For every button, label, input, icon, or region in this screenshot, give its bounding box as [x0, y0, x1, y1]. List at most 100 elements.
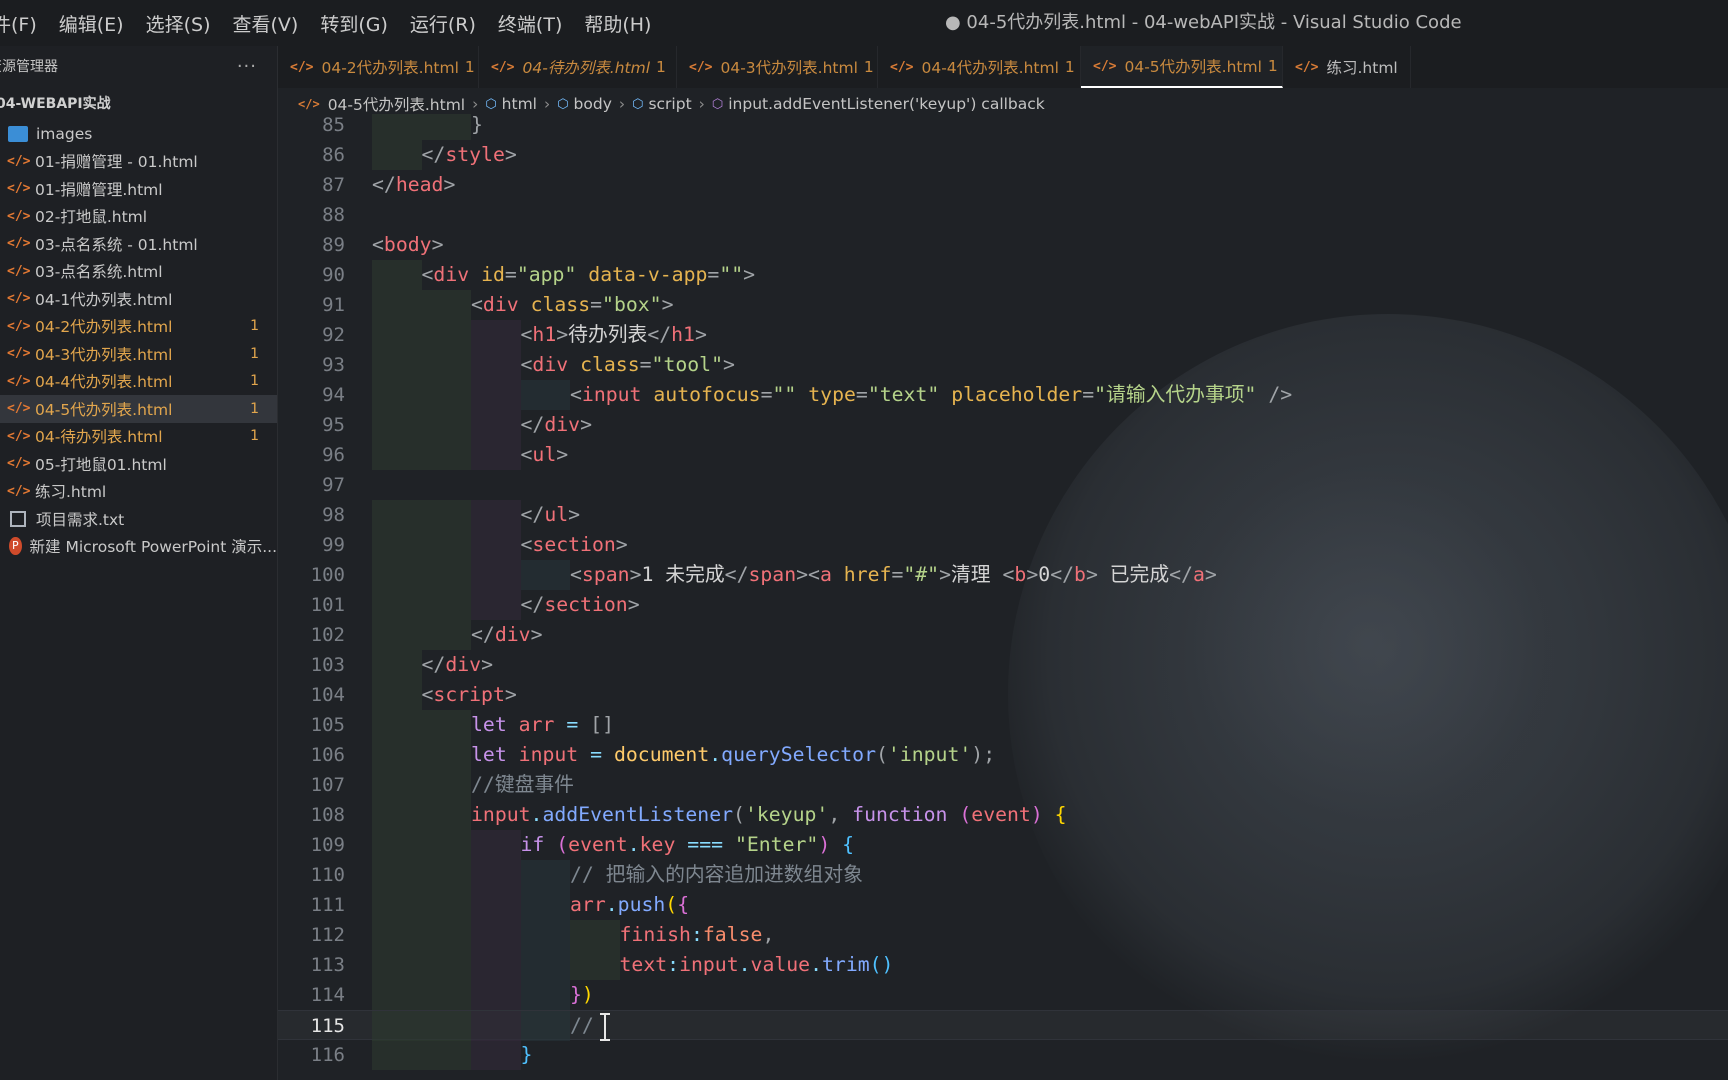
- breadcrumb-html[interactable]: html: [502, 95, 537, 113]
- breadcrumb-file[interactable]: 04-5代办列表.html: [328, 93, 465, 115]
- chevron-right-icon: ›: [472, 95, 479, 113]
- code-line[interactable]: 114}): [278, 980, 1728, 1010]
- file-tree-item[interactable]: P 新建 Microsoft PowerPoint 演示...: [0, 533, 277, 561]
- indent-guide: [421, 800, 471, 830]
- code-line[interactable]: 103 </div>: [278, 650, 1728, 680]
- file-tree-item[interactable]: images: [0, 120, 277, 148]
- workspace-folder-title[interactable]: 04-WEBAPI实战: [0, 88, 277, 120]
- menu-item[interactable]: 帮助(H): [584, 10, 651, 37]
- code-token: trim: [822, 953, 870, 976]
- code-line[interactable]: 115 //: [278, 1010, 1728, 1041]
- more-actions-icon[interactable]: ···: [237, 46, 257, 88]
- code-line[interactable]: 93 <div class="tool">: [278, 350, 1728, 380]
- code-text: <script>: [422, 680, 517, 710]
- menu-item[interactable]: 查看(V): [233, 10, 299, 37]
- code-token: </: [372, 173, 396, 196]
- code-token: class: [580, 353, 640, 376]
- menu-item[interactable]: 选择(S): [146, 10, 211, 37]
- code-line[interactable]: 101 </section>: [278, 590, 1728, 620]
- indent-guide: [421, 290, 471, 320]
- file-tree-item[interactable]: </> 05-打地鼠01.html: [0, 450, 277, 478]
- file-tree-item[interactable]: </> 02-打地鼠.html: [0, 203, 277, 231]
- html-file-icon: </>: [491, 59, 515, 75]
- menu-item[interactable]: 编辑(E): [59, 10, 124, 37]
- code-line[interactable]: 90 <div id="app" data-v-app="">: [278, 260, 1728, 290]
- file-tree-item[interactable]: </> 04-4代办列表.html 1: [0, 368, 277, 396]
- file-tree-item[interactable]: </> 03-点名系统.html: [0, 258, 277, 286]
- indent-guide: [421, 710, 471, 740]
- code-line[interactable]: 108 input.addEventListener('keyup', funct…: [278, 800, 1728, 830]
- code-line[interactable]: 92 <h1>待办列表</h1>: [278, 320, 1728, 350]
- code-token: <: [570, 383, 582, 406]
- code-line[interactable]: 91 <div class="box">: [278, 290, 1728, 320]
- editor-tab[interactable]: </> 练习.html: [1283, 46, 1411, 88]
- editor-tab[interactable]: </> 04-待办列表.html 1: [479, 46, 677, 88]
- code-editor[interactable]: 85} 86 </style> 87 </head> 88 89 <body> 90 <div i…: [278, 114, 1728, 1080]
- code-line[interactable]: 85}: [278, 114, 1728, 140]
- file-tree-item[interactable]: </> 04-1代办列表.html: [0, 285, 277, 313]
- indent-guide: [421, 980, 471, 1010]
- file-tree-item[interactable]: </> 01-捐赠管理 - 01.html: [0, 148, 277, 176]
- indent-guide: [471, 920, 521, 950]
- code-line[interactable]: 106 let input = document.querySelector('i…: [278, 740, 1728, 770]
- indent-guide: [372, 740, 422, 770]
- menu-item[interactable]: 运行(R): [410, 10, 476, 37]
- indent-guide: [471, 380, 521, 410]
- file-tree-item[interactable]: </> 04-5代办列表.html 1: [0, 395, 277, 423]
- line-number: 90: [322, 264, 345, 286]
- explorer-header: 资源管理器 ···: [0, 46, 277, 88]
- editor-tab[interactable]: </> 04-5代办列表.html 1: [1081, 46, 1283, 88]
- editor-tab[interactable]: </> 04-4代办列表.html 1: [878, 46, 1081, 88]
- breadcrumb-script[interactable]: script: [648, 95, 691, 113]
- code-token: function: [852, 803, 948, 826]
- code-line[interactable]: 112 finish:false,: [278, 920, 1728, 950]
- code-line[interactable]: 100 <span>1 未完成</span><a href="#">清理 <b>0…: [278, 560, 1728, 590]
- code-line[interactable]: 88: [278, 200, 1728, 230]
- file-tree-item[interactable]: </> 04-3代办列表.html 1: [0, 340, 277, 368]
- menu-item[interactable]: 终端(T): [498, 10, 562, 37]
- problem-count-badge: 1: [250, 400, 259, 417]
- code-token: <: [1002, 563, 1015, 586]
- file-name: 01-捐赠管理.html: [35, 180, 163, 199]
- file-tree-item[interactable]: </> 04-待办列表.html 1: [0, 423, 277, 451]
- code-line[interactable]: 94 <input autofocus="" type="text" placeh…: [278, 380, 1728, 410]
- code-line[interactable]: 109 if (event.key === "Enter") {: [278, 830, 1728, 860]
- code-line[interactable]: 111 arr.push({: [278, 890, 1728, 920]
- code-line[interactable]: 113 text:input.value.trim(): [278, 950, 1728, 980]
- code-line[interactable]: 102 </div>: [278, 620, 1728, 650]
- code-line[interactable]: 98 </ul>: [278, 500, 1728, 530]
- file-tree-item[interactable]: 项目需求.txt: [0, 505, 277, 533]
- code-token: finish: [619, 923, 691, 946]
- code-token: );: [971, 743, 996, 766]
- code-line[interactable]: 107 //键盘事件: [278, 770, 1728, 800]
- file-tree-item[interactable]: </> 03-点名系统 - 01.html: [0, 230, 277, 258]
- file-tree-item[interactable]: </> 01-捐赠管理.html: [0, 175, 277, 203]
- editor-tab[interactable]: </> 04-3代办列表.html 1: [677, 46, 878, 88]
- code-line[interactable]: 87 </head>: [278, 170, 1728, 200]
- code-line[interactable]: 99 <section>: [278, 530, 1728, 560]
- code-line[interactable]: 86 </style>: [278, 140, 1728, 170]
- code-line[interactable]: 116}: [278, 1040, 1728, 1070]
- code-line[interactable]: 89 <body>: [278, 230, 1728, 260]
- indent-guide: [372, 860, 422, 890]
- code-line[interactable]: 96 <ul>: [278, 440, 1728, 470]
- menu-item[interactable]: 转到(G): [320, 10, 388, 37]
- editor-tab[interactable]: </> 04-2代办列表.html 1: [278, 46, 479, 88]
- code-line[interactable]: 110 // 把输入的内容追加进数组对象: [278, 860, 1728, 890]
- file-tree-item[interactable]: </> 04-2代办列表.html 1: [0, 313, 277, 341]
- code-token: false: [702, 923, 763, 946]
- file-tree-item[interactable]: </> 练习.html: [0, 478, 277, 506]
- code-line[interactable]: 105 let arr = []: [278, 710, 1728, 740]
- breadcrumb-body[interactable]: body: [574, 95, 612, 113]
- code-token: script: [433, 683, 505, 706]
- code-token: a: [1192, 563, 1205, 586]
- code-token: key: [639, 833, 676, 856]
- code-line[interactable]: 104 <script>: [278, 680, 1728, 710]
- powerpoint-file-icon: P: [9, 537, 22, 556]
- menu-item[interactable]: 件(F): [0, 10, 37, 37]
- code-line[interactable]: 97: [278, 470, 1728, 500]
- code-line[interactable]: 95 </div>: [278, 410, 1728, 440]
- code-token: </: [520, 503, 545, 526]
- breadcrumb-callback[interactable]: input.addEventListener('keyup') callback: [728, 95, 1045, 113]
